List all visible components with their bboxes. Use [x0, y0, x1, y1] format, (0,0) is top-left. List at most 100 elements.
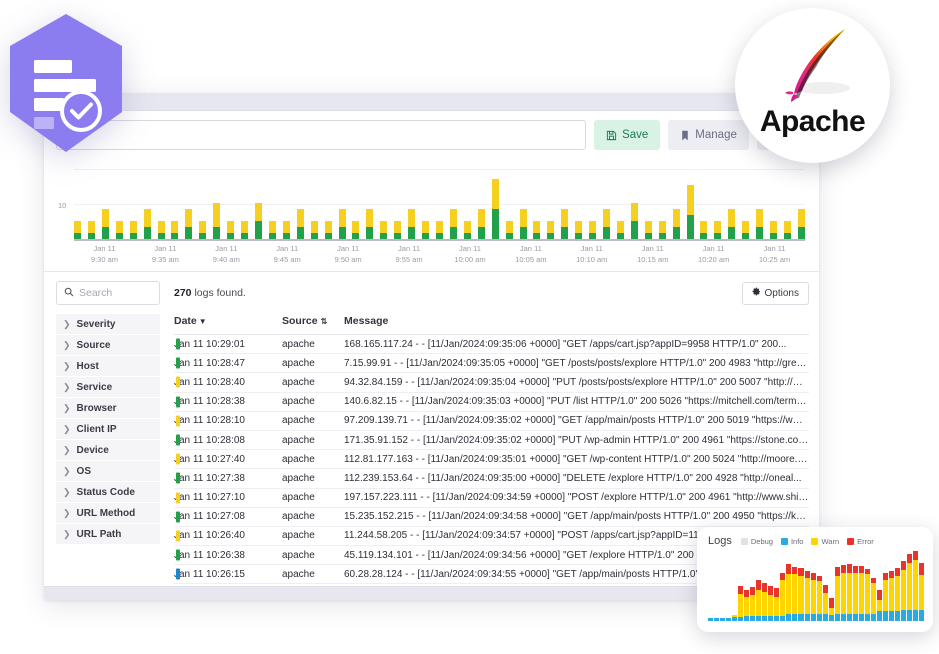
histogram-bar[interactable] — [268, 221, 276, 239]
logs-widget-bar[interactable] — [780, 572, 786, 621]
facet-item-os[interactable]: ❯ OS — [56, 461, 160, 482]
histogram-bar[interactable] — [477, 209, 485, 239]
histogram-bar[interactable] — [616, 221, 624, 239]
logs-widget-bar[interactable] — [726, 618, 732, 621]
logs-widget-bar[interactable] — [816, 576, 822, 621]
histogram-bar[interactable] — [756, 209, 764, 239]
logs-widget-bar[interactable] — [708, 618, 714, 621]
histogram-bar[interactable] — [435, 221, 443, 239]
histogram-bar[interactable] — [338, 209, 346, 239]
facet-item-service[interactable]: ❯ Service — [56, 377, 160, 398]
logs-widget-bar[interactable] — [714, 618, 720, 621]
table-row[interactable]: Jan 11 10:27:40 apache 112.81.177.163 - - … — [174, 449, 809, 470]
manage-button[interactable]: Manage — [668, 120, 749, 150]
histogram-bar[interactable] — [700, 221, 708, 239]
histogram-bar[interactable] — [296, 209, 304, 239]
logs-widget-bar[interactable] — [882, 572, 888, 621]
logs-widget-bar[interactable] — [894, 568, 900, 621]
histogram-bars[interactable] — [74, 169, 805, 239]
table-row[interactable]: Jan 11 10:29:01 apache 168.165.117.24 - - … — [174, 334, 809, 355]
facet-search[interactable] — [56, 281, 160, 305]
histogram-bar[interactable] — [282, 221, 290, 239]
logs-widget-bar[interactable] — [774, 588, 780, 621]
table-row[interactable]: Jan 11 10:27:08 apache 15.235.152.215 - - … — [174, 507, 809, 527]
histogram-bar[interactable] — [157, 221, 165, 239]
logs-widget-bar[interactable] — [792, 566, 798, 621]
histogram-bar[interactable] — [589, 221, 597, 239]
histogram-bar[interactable] — [87, 221, 95, 239]
query-input[interactable] — [56, 120, 587, 150]
histogram-bar[interactable] — [797, 209, 805, 239]
histogram-bar[interactable] — [254, 203, 262, 239]
logs-widget-bar[interactable] — [888, 570, 894, 621]
histogram-bar[interactable] — [115, 221, 123, 239]
logs-widget-bar[interactable] — [768, 586, 774, 621]
table-row[interactable]: Jan 11 10:27:38 apache 112.239.153.64 - - … — [174, 468, 809, 489]
histogram-bar[interactable] — [714, 221, 722, 239]
logs-widget-bar[interactable] — [750, 587, 756, 621]
histogram-bar[interactable] — [380, 221, 388, 239]
histogram-bar[interactable] — [74, 221, 81, 239]
histogram-bar[interactable] — [547, 221, 555, 239]
histogram-bar[interactable] — [199, 221, 207, 239]
facet-item-browser[interactable]: ❯ Browser — [56, 398, 160, 419]
histogram-bar[interactable] — [241, 221, 249, 239]
histogram-bar[interactable] — [143, 209, 151, 239]
facet-item-severity[interactable]: ❯ Severity — [56, 314, 160, 335]
histogram-bar[interactable] — [422, 221, 430, 239]
facet-search-input[interactable] — [79, 287, 152, 299]
histogram-bar[interactable] — [366, 209, 374, 239]
histogram-bar[interactable] — [213, 203, 221, 239]
table-row[interactable]: Jan 11 10:27:10 apache 197.157.223.111 - -… — [174, 488, 809, 508]
logs-widget-bar[interactable] — [834, 567, 840, 621]
logs-widget-bar[interactable] — [786, 563, 792, 621]
logs-widget-bar[interactable] — [864, 569, 870, 621]
facet-item-client-ip[interactable]: ❯ Client IP — [56, 419, 160, 440]
histogram-bar[interactable] — [630, 203, 638, 239]
histogram-bar[interactable] — [324, 221, 332, 239]
histogram-bar[interactable] — [603, 209, 611, 239]
histogram-bar[interactable] — [449, 209, 457, 239]
logs-widget-bar[interactable] — [852, 565, 858, 621]
histogram-bar[interactable] — [352, 221, 360, 239]
histogram-bar[interactable] — [463, 221, 471, 239]
histogram-bar[interactable] — [533, 221, 541, 239]
logs-widget-bar[interactable] — [798, 568, 804, 621]
logs-widget-bar[interactable] — [828, 597, 834, 621]
logs-widget-bar[interactable] — [919, 563, 925, 621]
histogram-bar[interactable] — [408, 209, 416, 239]
column-header-source[interactable]: Source ⇅ — [282, 315, 344, 335]
table-row[interactable]: Jan 11 10:28:40 apache 94.32.84.159 - - [1… — [174, 372, 809, 393]
histogram-bar[interactable] — [644, 221, 652, 239]
facet-item-url-path[interactable]: ❯ URL Path — [56, 524, 160, 545]
facet-item-source[interactable]: ❯ Source — [56, 335, 160, 356]
logs-widget-bar[interactable] — [858, 565, 864, 621]
logs-widget-bar[interactable] — [738, 585, 744, 621]
logs-widget-bar[interactable] — [756, 579, 762, 621]
histogram-bar[interactable] — [129, 221, 137, 239]
histogram-bar[interactable] — [505, 221, 513, 239]
histogram-bar[interactable] — [575, 221, 583, 239]
table-row[interactable]: Jan 11 10:28:10 apache 97.209.139.71 - - [… — [174, 411, 809, 431]
facet-item-status-code[interactable]: ❯ Status Code — [56, 482, 160, 503]
histogram-bar[interactable] — [227, 221, 235, 239]
legend-item-warn[interactable]: Warn — [811, 537, 839, 546]
histogram-bar[interactable] — [672, 209, 680, 239]
histogram-bar[interactable] — [784, 221, 792, 239]
logs-widget-chart[interactable] — [708, 551, 925, 621]
column-header-message[interactable]: Message — [344, 315, 809, 335]
facet-item-url-method[interactable]: ❯ URL Method — [56, 503, 160, 524]
histogram-bar[interactable] — [491, 179, 499, 239]
table-row[interactable]: Jan 11 10:28:08 apache 171.35.91.152 - - [… — [174, 430, 809, 451]
histogram-bar[interactable] — [686, 185, 694, 239]
histogram-bar[interactable] — [519, 209, 527, 239]
histogram-bar[interactable] — [310, 221, 318, 239]
logs-widget-bar[interactable] — [901, 561, 907, 621]
save-button[interactable]: Save — [594, 120, 661, 150]
legend-item-info[interactable]: Info — [780, 537, 803, 546]
logs-widget-bar[interactable] — [913, 551, 919, 621]
histogram-bar[interactable] — [728, 209, 736, 239]
legend-item-error[interactable]: Error — [847, 537, 874, 546]
logs-widget-bar[interactable] — [762, 583, 768, 621]
histogram-bar[interactable] — [185, 209, 193, 239]
